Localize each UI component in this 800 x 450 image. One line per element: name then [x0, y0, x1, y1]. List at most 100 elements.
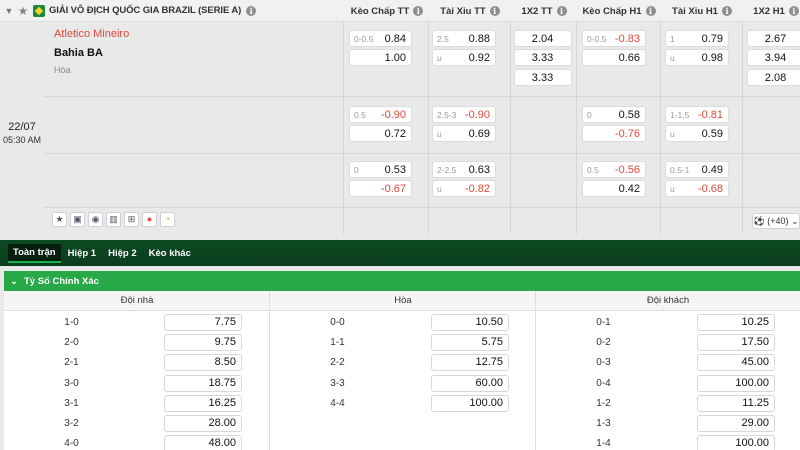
x12-h1-odds-cell[interactable]: 2.67: [747, 30, 800, 47]
odds-value: -0.83: [614, 32, 640, 45]
handicap-line: 0-0.5: [354, 33, 374, 44]
stats-icon[interactable]: ▥: [106, 212, 121, 227]
odds-value: -0.90: [380, 108, 406, 121]
hdp-h1-odds-cell[interactable]: 0.42: [582, 180, 646, 197]
ou-h1-odds-cell[interactable]: 0.5-1 0.49: [665, 161, 729, 178]
eye-icon[interactable]: ◉: [88, 212, 103, 227]
hdp-tt-odds-cell[interactable]: 0.5 -0.90: [349, 106, 412, 123]
x12-h1-odds-cell[interactable]: 2.08: [747, 69, 800, 86]
score-row: 0-4 100.00: [4, 373, 800, 394]
shirt-icon[interactable]: ▣: [70, 212, 85, 227]
star-icon[interactable]: ★: [52, 212, 67, 227]
handicap-line: u: [437, 52, 442, 63]
odds-value: -0.68: [697, 182, 723, 195]
ou-tt-odds-cell[interactable]: u 0.92: [432, 49, 496, 66]
x12-tt-odds-cell[interactable]: 2.04: [514, 30, 572, 47]
odds-value: 0.79: [701, 32, 723, 45]
x12-h1-odds-cell[interactable]: 3.94: [747, 49, 800, 66]
score-odds-button[interactable]: 100.00: [697, 435, 775, 450]
odds-value: -0.90: [464, 108, 490, 121]
x12-tt-odds-cell[interactable]: 3.33: [514, 69, 572, 86]
score-odds-button[interactable]: 11.25: [697, 394, 775, 412]
score-row: 1-3 29.00: [4, 413, 800, 434]
match-tools: ★ ▣ ◉ ▥ ⊞ ● ◔: [52, 212, 178, 227]
score-odds-button[interactable]: 10.25: [697, 314, 775, 331]
clock-icon[interactable]: ◔: [160, 212, 175, 227]
ou-tt-odds-cell[interactable]: u 0.69: [432, 125, 496, 142]
ou-h1-odds-cell[interactable]: 1-1.5 -0.81: [665, 106, 729, 123]
handicap-line: 2.5: [437, 33, 449, 44]
score-row: 1-4 100.00: [4, 433, 800, 450]
league-name: GIẢI VÔ ĐỊCH QUỐC GIA BRAZIL (SERIE A): [49, 5, 242, 16]
league-header: ▼ ★ GIẢI VÔ ĐỊCH QUỐC GIA BRAZIL (SERIE …: [0, 0, 800, 22]
ou-h1-odds-cell[interactable]: 1 0.79: [665, 30, 729, 47]
correct-score-table: Đội nhà Hòa Đội khách 1-0 7.75 2-0 9.75 2-1 8…: [4, 291, 800, 450]
hdp-h1-odds-cell[interactable]: 0.66: [582, 49, 646, 66]
ou-h1-odds-cell[interactable]: u -0.68: [665, 180, 729, 197]
away-team[interactable]: Bahia BA: [54, 47, 103, 59]
divider: [44, 96, 800, 97]
x12-tt-odds-cell[interactable]: 3.33: [514, 49, 572, 66]
column-header-home: Đội nhà: [4, 291, 270, 311]
odds-value: 0.66: [618, 51, 640, 64]
hdp-h1-odds-cell[interactable]: 0 0.58: [582, 106, 646, 123]
odds-value: 0.42: [618, 182, 640, 195]
ou-tt-odds-cell[interactable]: u -0.82: [432, 180, 496, 197]
tab-first-half[interactable]: Hiệp 1: [63, 245, 102, 262]
ou-h1-odds-cell[interactable]: u 0.59: [665, 125, 729, 142]
score-odds-button[interactable]: 100.00: [697, 374, 775, 392]
star-icon[interactable]: ★: [16, 4, 30, 18]
home-team[interactable]: Atletico Mineiro: [54, 28, 129, 40]
handicap-line: 0.5: [354, 109, 366, 120]
chevron-down-icon[interactable]: ▼: [2, 6, 16, 16]
handicap-line: 1-1.5: [670, 109, 690, 120]
hdp-tt-odds-cell[interactable]: 0-0.5 0.84: [349, 30, 412, 47]
score-label: 0-4: [596, 377, 611, 389]
column-header-away: Đội khách: [536, 291, 800, 311]
info-icon[interactable]: i: [721, 6, 732, 16]
ou-tt-odds-cell[interactable]: 2.5 0.88: [432, 30, 496, 47]
hdp-tt-odds-cell[interactable]: 1.00: [349, 49, 412, 66]
info-icon[interactable]: i: [556, 6, 567, 16]
section-title: Tỷ Số Chính Xác: [24, 275, 99, 287]
score-row: 0-3 45.00: [4, 352, 800, 373]
handicap-line: 0.5: [587, 164, 599, 175]
score-label: 0-1: [596, 317, 611, 328]
info-icon[interactable]: i: [246, 5, 257, 16]
ou-h1-odds-cell[interactable]: u 0.98: [665, 49, 729, 66]
info-icon[interactable]: i: [788, 6, 799, 16]
ou-tt-odds-cell[interactable]: 2.5-3 -0.90: [432, 106, 496, 123]
handicap-line: 2.5-3: [437, 109, 457, 120]
odds-value: 3.33: [531, 71, 554, 84]
info-icon[interactable]: i: [645, 6, 656, 16]
column-header-hdp-ft: Kèo Chấp TT i: [345, 0, 429, 22]
handicap-line: 0-0.5: [587, 33, 607, 44]
brazil-flag-icon: [33, 4, 45, 17]
odds-value: 0.63: [468, 163, 490, 176]
odds-value: 0.58: [618, 108, 640, 121]
hdp-tt-odds-cell[interactable]: 0 0.53: [349, 161, 412, 178]
info-icon[interactable]: i: [413, 6, 424, 16]
score-label: 1-3: [596, 418, 611, 429]
hdp-h1-odds-cell[interactable]: -0.76: [582, 125, 646, 142]
tab-full-match[interactable]: Toàn trận: [8, 243, 61, 263]
fire-icon[interactable]: ●: [142, 212, 157, 227]
correct-score-header[interactable]: ⌄ Tỷ Số Chính Xác: [4, 271, 800, 291]
score-odds-button[interactable]: 45.00: [697, 354, 775, 372]
tab-second-half[interactable]: Hiệp 2: [103, 245, 142, 262]
info-icon[interactable]: i: [489, 6, 500, 16]
odds-value: 2.67: [764, 32, 787, 45]
hdp-h1-odds-cell[interactable]: 0-0.5 -0.83: [582, 30, 646, 47]
hdp-tt-odds-cell[interactable]: -0.67: [349, 180, 412, 197]
scoreboard-icon[interactable]: ⊞: [124, 212, 139, 227]
score-odds-button[interactable]: 29.00: [697, 415, 775, 432]
hdp-h1-odds-cell[interactable]: 0.5 -0.56: [582, 161, 646, 178]
tab-other-markets[interactable]: Kèo khác: [144, 245, 196, 262]
ou-tt-odds-cell[interactable]: 2-2.5 0.63: [432, 161, 496, 178]
column-header-1x2-ft: 1X2 TT i: [511, 0, 577, 22]
odds-value: 0.72: [384, 127, 406, 140]
score-odds-button[interactable]: 17.50: [697, 334, 775, 352]
hdp-tt-odds-cell[interactable]: 0.72: [349, 125, 412, 142]
divider: [576, 22, 577, 234]
more-markets-button[interactable]: ⚽ (+40) ⌄: [752, 213, 800, 229]
